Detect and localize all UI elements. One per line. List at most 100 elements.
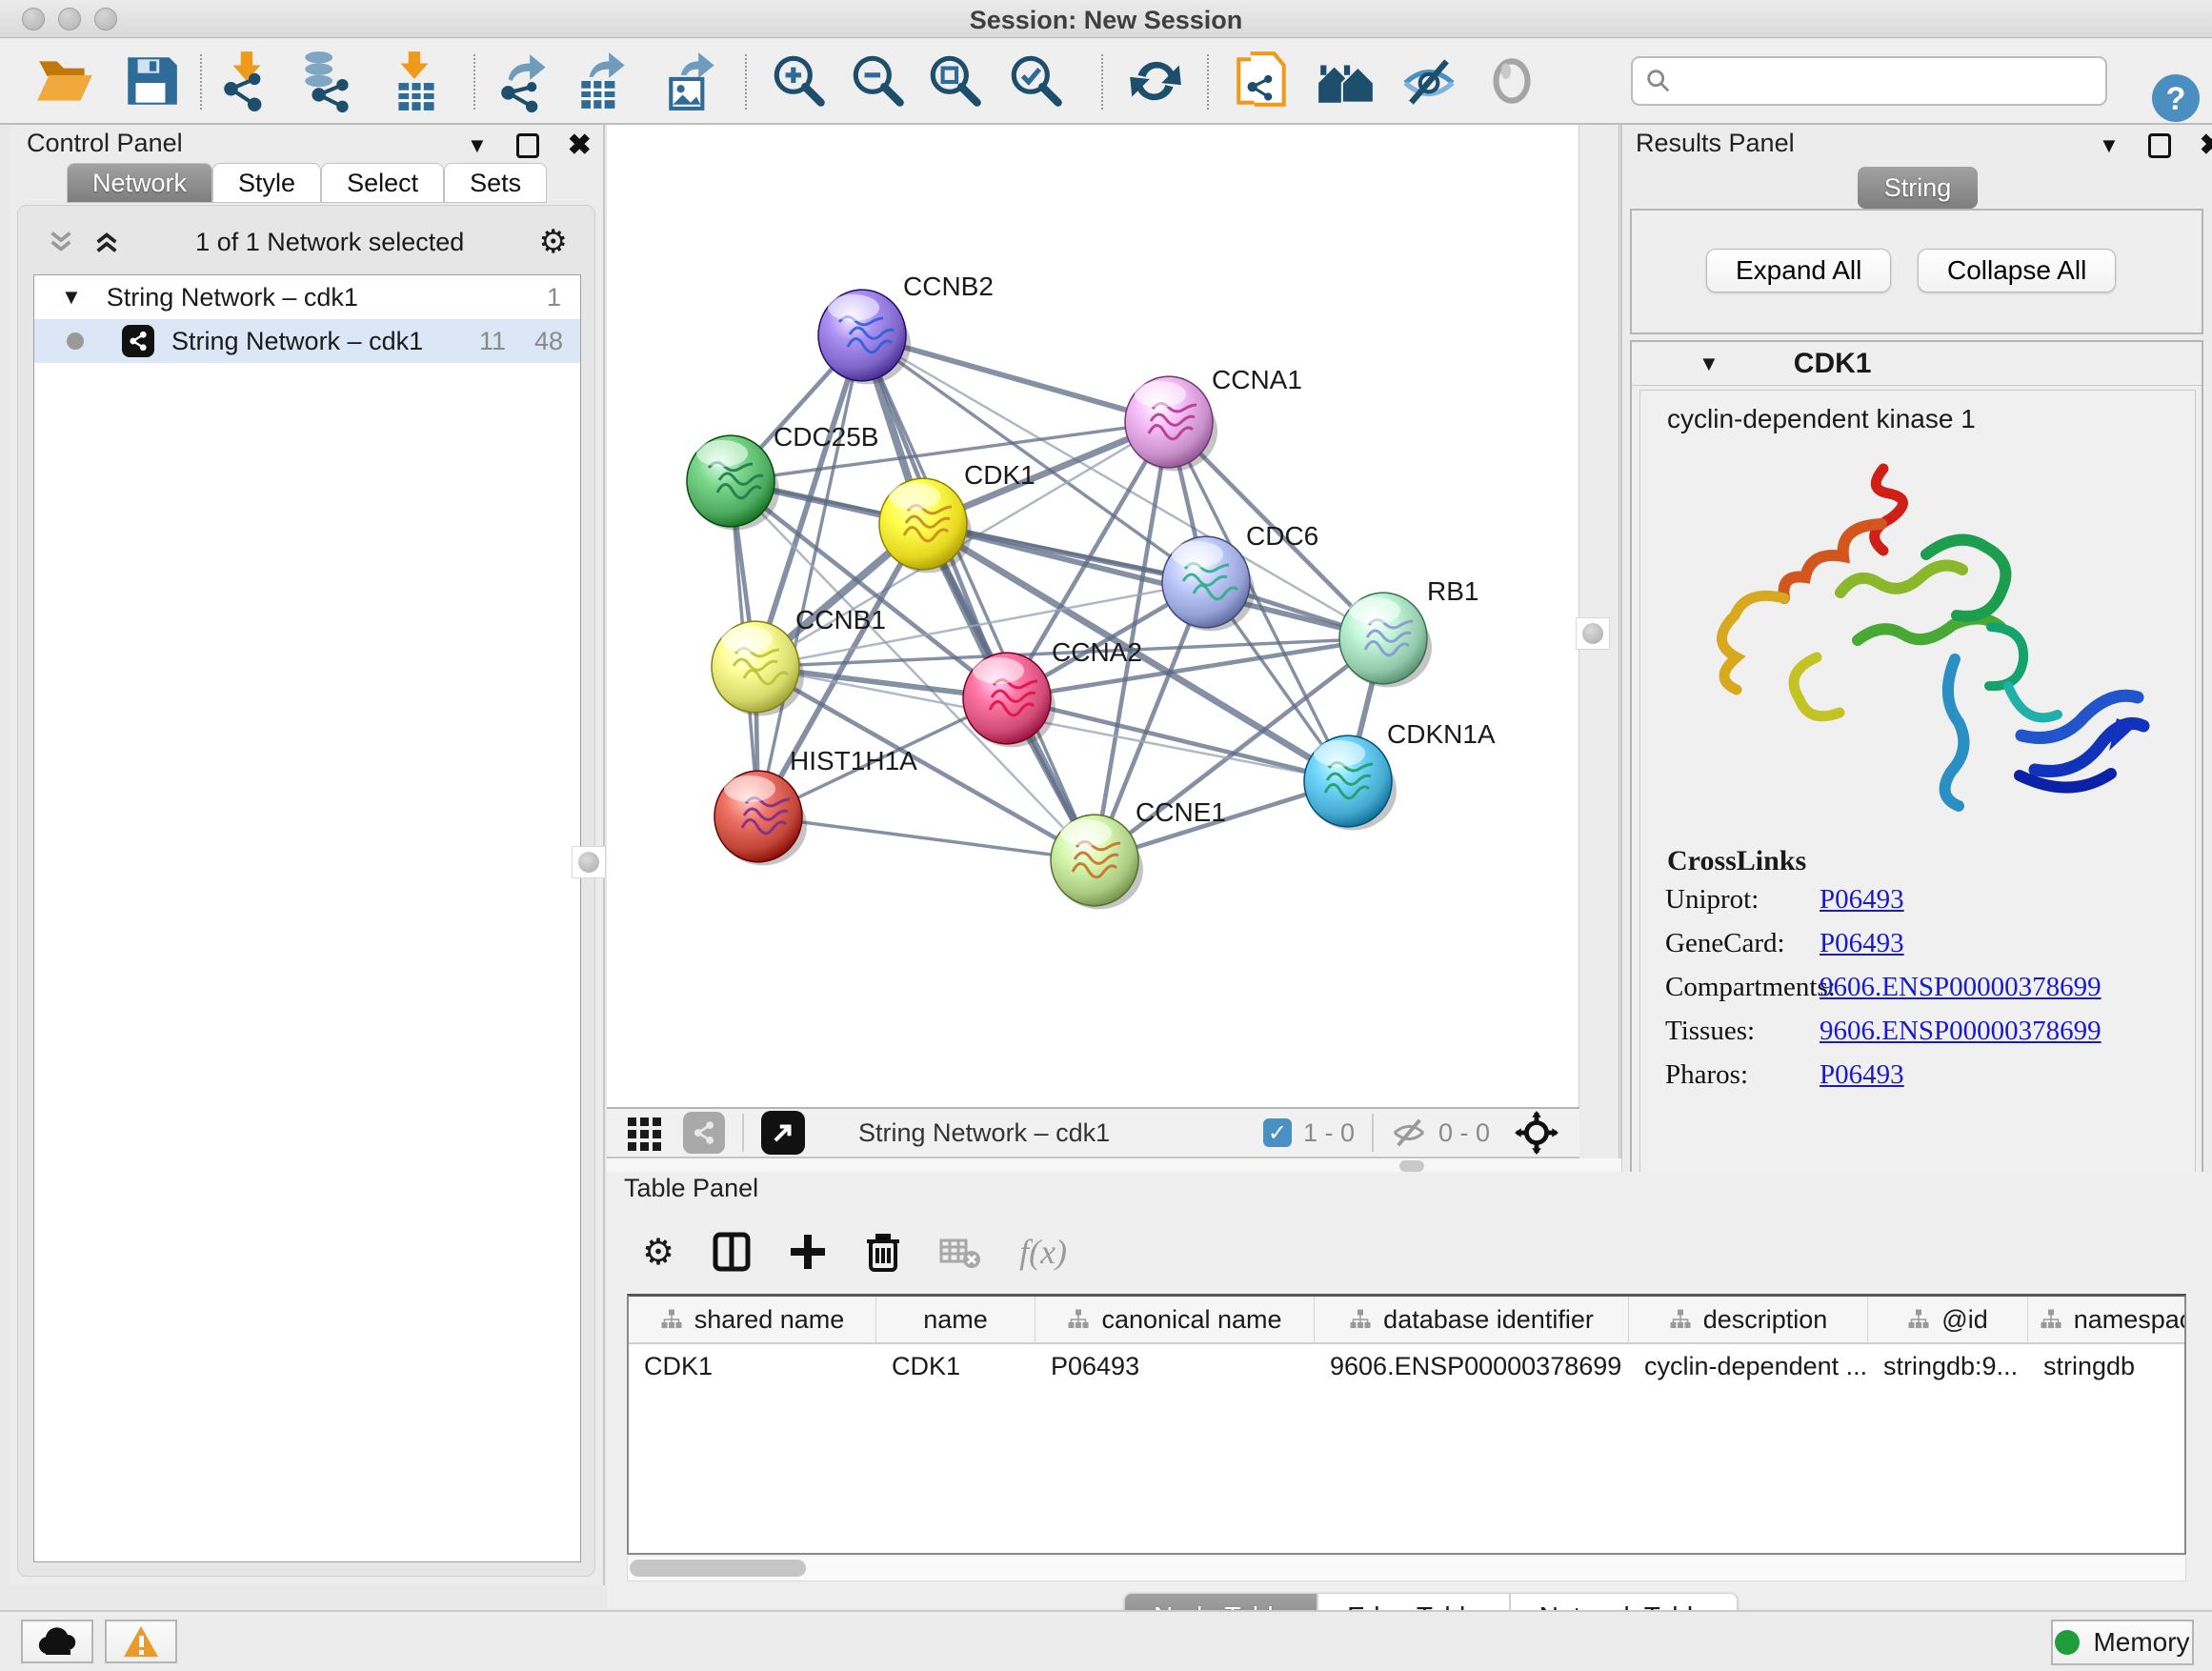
tab-string[interactable]: String xyxy=(1858,167,1979,209)
crosslink-label: GeneCard: xyxy=(1640,928,1820,959)
create-column-icon[interactable] xyxy=(789,1233,827,1271)
zoom-in-icon[interactable] xyxy=(768,50,831,112)
table-horizontal-scrollbar[interactable] xyxy=(627,1557,2186,1581)
window-title: Session: New Session xyxy=(0,6,2212,35)
network-view-toolbar: String Network – cdk1 ✓ 1 - 0 0 - 0 xyxy=(607,1107,1579,1158)
collapse-section-icon[interactable]: ▼ xyxy=(1699,352,1719,376)
node-CCNB1[interactable]: CCNB1 xyxy=(712,605,886,715)
collapse-all-icon[interactable] xyxy=(47,228,75,256)
node-CDC25B[interactable]: CDC25B xyxy=(687,422,878,530)
cell-shared-name[interactable]: CDK1 xyxy=(629,1352,876,1381)
table-header-row: shared namenamecanonical namedatabase id… xyxy=(629,1297,2184,1344)
node-CCNE1[interactable]: CCNE1 xyxy=(1051,797,1226,909)
scrollbar-thumb[interactable] xyxy=(630,1560,806,1577)
node-RB1[interactable]: RB1 xyxy=(1339,576,1478,687)
cell-database-identifier[interactable]: 9606.ENSP00000378699 xyxy=(1315,1352,1629,1381)
export-image-icon[interactable] xyxy=(661,50,724,112)
memory-button[interactable]: Memory xyxy=(2051,1620,2194,1665)
table-toolbar: ⚙ f(x) xyxy=(627,1218,2199,1286)
function-builder-icon-disabled: f(x) xyxy=(1019,1232,1067,1272)
apply-layout-icon[interactable] xyxy=(1124,50,1187,112)
tab-select[interactable]: Select xyxy=(321,163,444,203)
table-options-gear-icon[interactable]: ⚙ xyxy=(642,1231,674,1274)
network-options-gear-icon[interactable]: ⚙ xyxy=(539,223,568,261)
show-columns-icon[interactable] xyxy=(713,1232,751,1272)
cell-namespace[interactable]: stringdb xyxy=(2028,1352,2186,1381)
panel-close-icon[interactable]: ✖ xyxy=(568,129,592,162)
panel-close-icon[interactable]: ✖ xyxy=(2200,129,2212,162)
zoom-out-icon[interactable] xyxy=(847,50,910,112)
memory-status-dot xyxy=(2055,1630,2080,1655)
network-share-icon[interactable] xyxy=(683,1112,725,1154)
panel-float-icon[interactable] xyxy=(2148,133,2171,158)
network-list-header: 1 of 1 Network selected ⚙ xyxy=(28,221,585,263)
open-view-icon[interactable] xyxy=(761,1111,805,1155)
table-row[interactable]: CDK1CDK1P064939606.ENSP00000378699cyclin… xyxy=(629,1344,2184,1388)
save-session-icon[interactable] xyxy=(120,50,183,112)
zoom-fit-icon[interactable] xyxy=(924,50,987,112)
column-header-canonical-name[interactable]: canonical name xyxy=(1036,1297,1315,1342)
right-splitter-handle[interactable] xyxy=(1576,617,1610,650)
column-header-shared-name[interactable]: shared name xyxy=(629,1297,876,1342)
column-header-database-identifier[interactable]: database identifier xyxy=(1315,1297,1629,1342)
fit-content-crosshair-icon[interactable] xyxy=(1515,1111,1558,1155)
tab-network[interactable]: Network xyxy=(67,163,212,203)
share-document-icon[interactable] xyxy=(1231,50,1294,112)
panel-float-icon[interactable] xyxy=(516,133,539,158)
help-icon[interactable]: ? xyxy=(2151,73,2201,128)
collection-expander-icon[interactable]: ▼ xyxy=(61,285,82,310)
expand-all-button[interactable]: Expand All xyxy=(1706,249,1891,292)
node-HIST1H1A[interactable]: HIST1H1A xyxy=(714,746,917,865)
network-canvas[interactable]: CCNB2CCNA1CDC25BCDK1CDC6RB1CCNB1CCNA2CDK… xyxy=(607,125,1579,1107)
import-network-file-icon[interactable] xyxy=(217,50,280,112)
cloud-status-button[interactable] xyxy=(21,1620,93,1663)
tab-style[interactable]: Style xyxy=(212,163,321,203)
export-network-icon[interactable] xyxy=(494,50,557,112)
warnings-button[interactable] xyxy=(105,1620,177,1663)
import-network-database-icon[interactable] xyxy=(297,50,360,112)
node-table[interactable]: shared namenamecanonical namedatabase id… xyxy=(627,1294,2186,1555)
svg-text:?: ? xyxy=(2166,81,2186,117)
crosslink-link[interactable]: P06493 xyxy=(1820,884,1904,916)
node-CCNA1[interactable]: CCNA1 xyxy=(1125,365,1302,471)
tab-sets[interactable]: Sets xyxy=(444,163,547,203)
open-session-icon[interactable] xyxy=(33,50,96,112)
cell-description[interactable]: cyclin-dependent ... xyxy=(1629,1352,1868,1381)
column-header-namespace[interactable]: namespace xyxy=(2028,1297,2186,1342)
left-splitter-handle[interactable] xyxy=(572,846,606,878)
network-collection-row[interactable]: ▼ String Network – cdk1 1 xyxy=(34,275,580,319)
column-header-id[interactable]: @id xyxy=(1868,1297,2028,1342)
import-table-file-icon[interactable] xyxy=(385,50,448,112)
crosslink-link[interactable]: 9606.ENSP00000378699 xyxy=(1820,1016,2101,1047)
node-CDKN1A[interactable]: CDKN1A xyxy=(1304,719,1496,830)
protein-header-row[interactable]: ▼ CDK1 xyxy=(1632,342,2202,386)
export-table-icon[interactable] xyxy=(572,50,634,112)
collapse-all-button[interactable]: Collapse All xyxy=(1918,249,2116,292)
control-panel-tabs: NetworkStyleSelectSets xyxy=(67,163,547,203)
grid-view-icon[interactable] xyxy=(626,1114,664,1152)
panel-menu-icon[interactable]: ▼ xyxy=(2099,133,2120,158)
edge-CCNB2-CCNE1 xyxy=(862,335,1095,860)
cell-canonical-name[interactable]: P06493 xyxy=(1036,1352,1315,1381)
zoom-selected-icon[interactable] xyxy=(1005,50,1068,112)
expand-all-icon[interactable] xyxy=(92,228,121,256)
crosslink-link[interactable]: 9606.ENSP00000378699 xyxy=(1820,972,2101,1003)
search-input[interactable] xyxy=(1673,67,2092,96)
search-field[interactable] xyxy=(1631,56,2107,106)
column-header-description[interactable]: description xyxy=(1629,1297,1868,1342)
network-row-selected[interactable]: String Network – cdk1 11 48 xyxy=(34,319,580,363)
node-label-CCNB1: CCNB1 xyxy=(795,605,886,634)
crosslink-link[interactable]: P06493 xyxy=(1820,1059,1904,1091)
hide-selected-eye-icon[interactable] xyxy=(1398,50,1460,112)
cell-name[interactable]: CDK1 xyxy=(876,1352,1036,1381)
crosslink-link[interactable]: P06493 xyxy=(1820,928,1904,959)
column-header-name[interactable]: name xyxy=(876,1297,1036,1342)
selected-nodes-checkbox-icon[interactable]: ✓ xyxy=(1263,1118,1292,1147)
panel-menu-icon[interactable]: ▼ xyxy=(467,133,488,158)
node-label-HIST1H1A: HIST1H1A xyxy=(790,746,917,775)
home-icon[interactable] xyxy=(1315,50,1377,112)
show-all-eye-icon[interactable] xyxy=(1480,50,1543,112)
cell-id[interactable]: stringdb:9... xyxy=(1868,1352,2028,1381)
node-CDK1[interactable]: CDK1 xyxy=(879,460,1036,573)
delete-column-icon[interactable] xyxy=(865,1232,901,1272)
